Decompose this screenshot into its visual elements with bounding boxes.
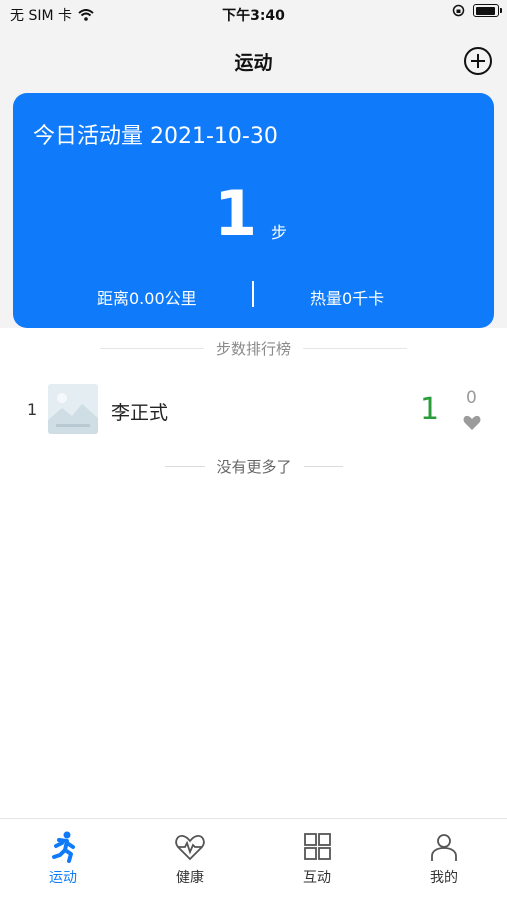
image-placeholder-icon [48,384,98,434]
page-title: 运动 [234,52,273,74]
grid-icon [304,833,331,860]
heart-icon[interactable] [463,415,481,431]
status-time: 下午3:40 [222,8,285,24]
calories-label: 热量0千卡 [310,289,385,308]
user-steps: 1 [420,392,440,427]
running-icon [52,831,75,863]
tab-label: 互动 [303,870,331,886]
tab-interact[interactable]: 互动 [277,831,357,887]
divider-line [165,465,205,467]
divider-line [303,347,408,349]
ranking-title: 步数排行榜 [216,339,292,358]
nav-bar: 运动 [0,28,507,92]
step-unit: 步 [271,223,288,242]
avatar[interactable] [48,384,98,434]
add-icon[interactable] [464,47,492,75]
summary-title: 今日活动量 2021-10-30 [33,124,278,149]
tab-label: 我的 [430,870,458,886]
user-name: 李正式 [111,402,169,424]
status-right [452,4,502,17]
status-bar: 无 SIM 卡 下午3:40 [0,0,507,28]
no-more-text: 没有更多了 [216,457,292,476]
activity-summary-card: 今日活动量 2021-10-30 1 步 距离0.00公里 热量0千卡 [13,93,494,328]
distance-label: 距离0.00公里 [97,289,197,308]
user-icon [431,834,457,861]
tab-bar: 运动 健康 互动 我的 [0,818,507,901]
no-more-indicator: 没有更多了 [165,456,344,476]
tab-mine[interactable]: 我的 [404,831,484,887]
divider-line [303,465,344,467]
ranking-header: 步数排行榜 [100,338,408,358]
like-count: 0 [466,388,477,408]
battery-icon [473,4,502,17]
rank-number: 1 [27,400,38,419]
tab-health[interactable]: 健康 [150,831,230,887]
divider-line [100,347,204,349]
tab-sport[interactable]: 运动 [23,831,103,887]
orientation-lock-icon [452,4,465,17]
step-count: 1 [214,177,258,250]
tab-label: 健康 [176,870,204,886]
heart-pulse-icon [175,835,205,861]
tab-label: 运动 [49,870,77,886]
summary-divider [252,281,254,307]
ranking-row[interactable]: 1 李正式 1 0 [0,380,507,438]
